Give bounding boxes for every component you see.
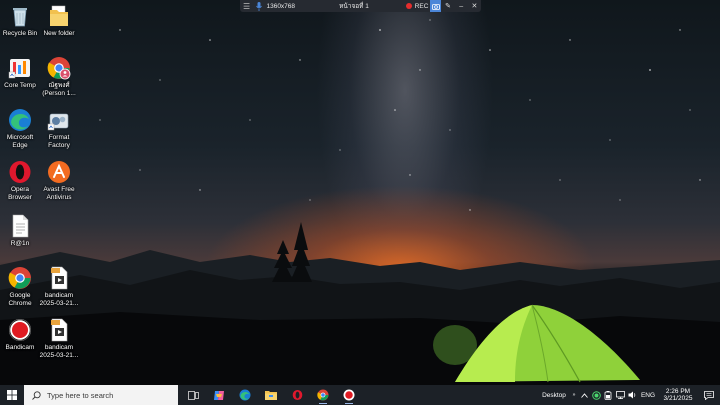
minimize-icon[interactable]: – [455, 0, 468, 12]
taskbar-copilot[interactable] [206, 385, 232, 405]
taskbar-bandicam[interactable] [336, 385, 362, 405]
recorder-menu-icon[interactable]: ☰ [240, 0, 253, 12]
recorder-toolbar: ☰ 1360x768 หน้าจอที่ 1 REC ✎ – ✕ [240, 0, 481, 12]
recording-resolution: 1360x768 [266, 2, 296, 10]
recording-status[interactable]: REC [405, 0, 430, 12]
text-file-icon [8, 214, 32, 238]
desktop-icon-bandicam-video-2[interactable]: bandicam 2025-03-21... [39, 318, 79, 359]
taskbar-search[interactable] [24, 385, 178, 405]
microphone-icon[interactable] [253, 0, 264, 12]
start-button[interactable] [0, 385, 24, 405]
task-view-icon [187, 390, 199, 400]
taskbar-clock[interactable]: 2:26 PM 3/21/2025 [658, 385, 698, 405]
folder-icon [265, 391, 277, 400]
desktop-icon-bandicam[interactable]: Bandicam [0, 318, 40, 352]
desktop-icon-text-file[interactable]: R@1n [0, 214, 40, 248]
desktop-icon-avast[interactable]: Avast Free Antivirus [39, 160, 79, 201]
taskbar-file-explorer[interactable] [258, 385, 284, 405]
format-factory-icon [47, 108, 71, 132]
recording-target-title: หน้าจอที่ 1 [339, 3, 369, 10]
recycle-bin-icon [8, 4, 32, 28]
chrome-icon [317, 389, 329, 401]
desktop-icon-opera[interactable]: Opera Browser [0, 160, 40, 201]
google-chrome-icon [8, 266, 32, 290]
rec-label: REC [414, 2, 429, 10]
desktop-icon-format-factory[interactable]: Format Factory [39, 108, 79, 149]
opera-icon [292, 389, 302, 401]
bandicam-video-icon [47, 266, 71, 290]
notification-center[interactable] [698, 385, 720, 405]
record-dot-icon [405, 3, 412, 9]
desktop-toolbar-label[interactable]: Desktop [538, 385, 570, 405]
desktop-icon-recycle-bin[interactable]: Recycle Bin [0, 4, 40, 38]
new-folder-icon [47, 4, 71, 28]
camera-icon[interactable] [430, 0, 442, 12]
copilot-icon [214, 390, 224, 400]
desktop-icon-new-folder[interactable]: New folder [39, 4, 79, 38]
clock-date: 3/21/2025 [663, 395, 693, 402]
show-hidden-icons-icon[interactable] [578, 385, 590, 405]
wallpaper-scene [0, 19, 720, 385]
toolbar-expand-icon[interactable]: » [570, 385, 578, 405]
avast-antivirus-icon [47, 160, 71, 184]
stars [99, 19, 701, 211]
desktop-icon-microsoft-edge[interactable]: Microsoft Edge [0, 108, 40, 149]
microsoft-edge-icon [8, 108, 32, 132]
search-input[interactable] [47, 390, 167, 400]
desktop-icon-bandicam-video[interactable]: bandicam 2025-03-21... [39, 266, 79, 307]
clock-time: 2:26 PM [665, 387, 691, 395]
taskbar-opera[interactable] [284, 385, 310, 405]
close-icon[interactable]: ✕ [468, 0, 481, 12]
notification-icon [704, 390, 714, 400]
bandicam-video-2-icon [47, 318, 71, 342]
opera-browser-icon [8, 160, 32, 184]
chrome-profile-icon [47, 56, 71, 80]
desktop-icon-chrome-profile[interactable]: ณัฐพงศ์ (Person 1... [39, 56, 79, 97]
desktop-wallpaper [0, 0, 720, 385]
taskbar-task-view[interactable] [180, 385, 206, 405]
desktop-icon-core-temp[interactable]: Core Temp [0, 56, 40, 90]
system-tray: Desktop » ENG 2:26 PM 3/21/2025 [538, 385, 720, 405]
taskbar: Desktop » ENG 2:26 PM 3/21/2025 [0, 385, 720, 405]
bandicam-icon [8, 318, 32, 342]
input-language[interactable]: ENG [638, 385, 658, 405]
battery-icon[interactable] [602, 385, 614, 405]
desktop-icon-google-chrome[interactable]: Google Chrome [0, 266, 40, 307]
pen-icon[interactable]: ✎ [441, 0, 454, 12]
edge-icon [239, 389, 251, 401]
bandicam-taskbar-icon [343, 389, 355, 401]
windows-logo-icon [7, 390, 17, 400]
taskbar-chrome[interactable] [310, 385, 336, 405]
taskbar-edge[interactable] [232, 385, 258, 405]
search-icon [32, 390, 41, 400]
volume-icon[interactable] [626, 385, 638, 405]
network-icon[interactable] [614, 385, 626, 405]
core-temp-icon [8, 56, 32, 80]
recording-tray-icon[interactable] [590, 385, 602, 405]
